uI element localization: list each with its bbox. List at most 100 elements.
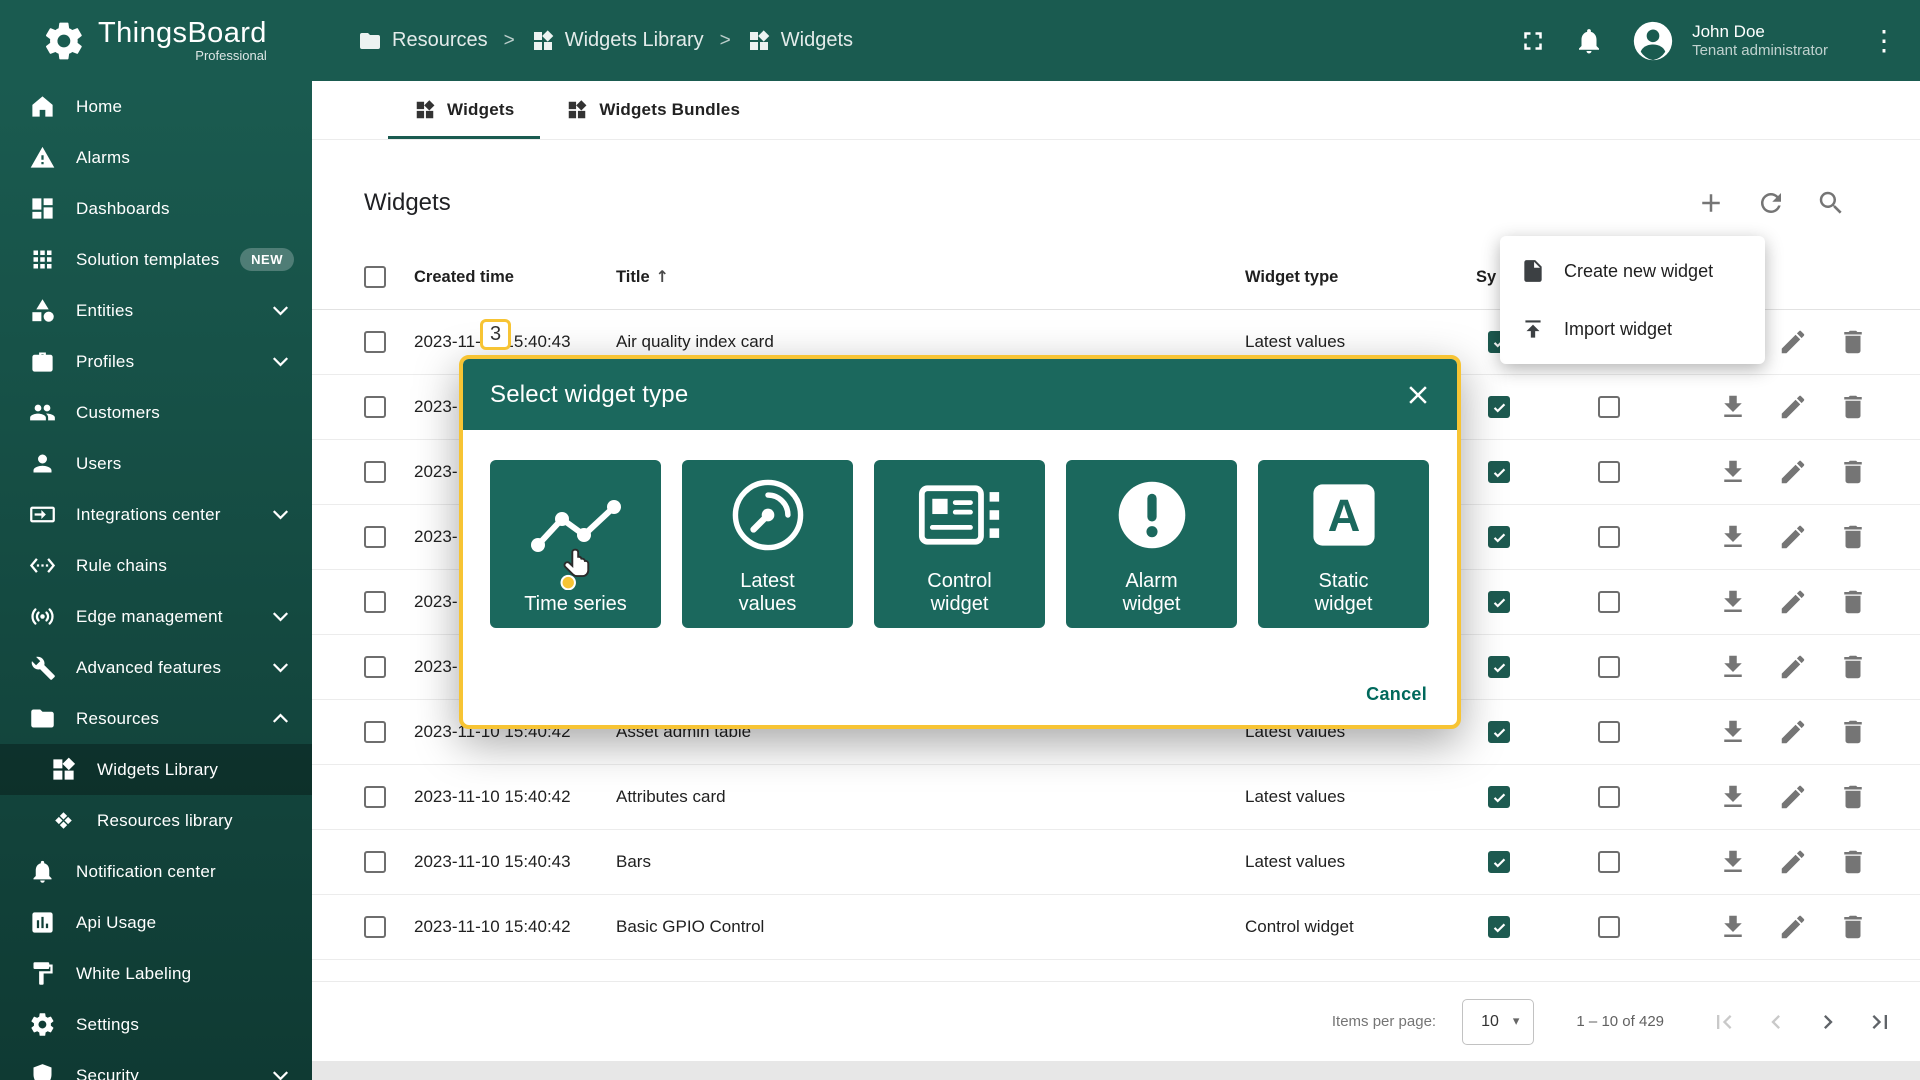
column-header-title[interactable]: Title↑ bbox=[616, 267, 1245, 287]
sidebar-item-resources-library[interactable]: Resources library bbox=[0, 795, 312, 846]
row-checkbox[interactable] bbox=[364, 721, 386, 743]
download-icon[interactable] bbox=[1718, 652, 1748, 682]
row-checkbox[interactable] bbox=[364, 591, 386, 613]
breadcrumb-resources[interactable]: Resources bbox=[358, 29, 488, 53]
edit-icon[interactable] bbox=[1778, 522, 1808, 552]
table-row[interactable]: 2023-11-10 15:40:43 Bars Latest values bbox=[312, 830, 1920, 895]
edit-icon[interactable] bbox=[1778, 652, 1808, 682]
close-icon[interactable] bbox=[1403, 380, 1433, 410]
system-checkbox[interactable] bbox=[1488, 721, 1510, 743]
edit-icon[interactable] bbox=[1778, 912, 1808, 942]
sidebar-item-rule-chains[interactable]: Rule chains bbox=[0, 540, 312, 591]
notifications-bell-icon[interactable] bbox=[1574, 26, 1604, 56]
column-header-created-time[interactable]: Created time bbox=[414, 268, 616, 287]
system-checkbox[interactable] bbox=[1488, 591, 1510, 613]
sidebar-item-widgets-library[interactable]: Widgets Library bbox=[0, 744, 312, 795]
sidebar-item-solution-templates[interactable]: Solution templates NEW bbox=[0, 234, 312, 285]
edit-icon[interactable] bbox=[1778, 392, 1808, 422]
sidebar-item-users[interactable]: Users bbox=[0, 438, 312, 489]
sidebar-item-security[interactable]: Security bbox=[0, 1050, 312, 1080]
delete-icon[interactable] bbox=[1838, 457, 1868, 487]
last-page-button[interactable] bbox=[1866, 1008, 1894, 1036]
sidebar-item-edge-management[interactable]: Edge management bbox=[0, 591, 312, 642]
row-secondary-checkbox[interactable] bbox=[1598, 461, 1620, 483]
select-all-checkbox[interactable] bbox=[364, 266, 386, 288]
row-checkbox[interactable] bbox=[364, 851, 386, 873]
row-checkbox[interactable] bbox=[364, 526, 386, 548]
download-icon[interactable] bbox=[1718, 782, 1748, 812]
delete-icon[interactable] bbox=[1838, 327, 1868, 357]
breadcrumb-widgets[interactable]: Widgets bbox=[747, 29, 853, 53]
avatar[interactable] bbox=[1630, 18, 1676, 64]
download-icon[interactable] bbox=[1718, 392, 1748, 422]
row-secondary-checkbox[interactable] bbox=[1598, 526, 1620, 548]
tab-widgets[interactable]: Widgets bbox=[388, 81, 540, 139]
column-header-widget-type[interactable]: Widget type bbox=[1245, 268, 1460, 287]
edit-icon[interactable] bbox=[1778, 782, 1808, 812]
kebab-menu-icon[interactable]: ⋮ bbox=[1870, 24, 1898, 57]
delete-icon[interactable] bbox=[1838, 782, 1868, 812]
sidebar-item-white-labeling[interactable]: White Labeling bbox=[0, 948, 312, 999]
download-icon[interactable] bbox=[1718, 457, 1748, 487]
edit-icon[interactable] bbox=[1778, 847, 1808, 877]
cancel-button[interactable]: Cancel bbox=[1366, 684, 1427, 705]
edit-icon[interactable] bbox=[1778, 327, 1808, 357]
table-row[interactable]: 2023-11-10 15:40:42 Attributes card Late… bbox=[312, 765, 1920, 830]
edit-icon[interactable] bbox=[1778, 457, 1808, 487]
download-icon[interactable] bbox=[1718, 847, 1748, 877]
thingsboard-logo[interactable]: ThingsBoard Professional bbox=[0, 18, 312, 63]
system-checkbox[interactable] bbox=[1488, 461, 1510, 483]
system-checkbox[interactable] bbox=[1488, 851, 1510, 873]
system-checkbox[interactable] bbox=[1488, 396, 1510, 418]
sidebar-item-profiles[interactable]: Profiles bbox=[0, 336, 312, 387]
table-row[interactable]: 2023-11-10 15:40:42 Basic GPIO Control C… bbox=[312, 895, 1920, 960]
tile-latest-values[interactable]: Latest values bbox=[682, 460, 853, 628]
next-page-button[interactable] bbox=[1814, 1008, 1842, 1036]
sidebar-item-resources[interactable]: Resources bbox=[0, 693, 312, 744]
delete-icon[interactable] bbox=[1838, 652, 1868, 682]
sidebar-item-api-usage[interactable]: Api Usage bbox=[0, 897, 312, 948]
sidebar-item-dashboards[interactable]: Dashboards bbox=[0, 183, 312, 234]
tile-static-widget[interactable]: A Static widget bbox=[1258, 460, 1429, 628]
delete-icon[interactable] bbox=[1838, 847, 1868, 877]
sidebar-item-customers[interactable]: Customers bbox=[0, 387, 312, 438]
add-widget-button[interactable] bbox=[1696, 188, 1726, 218]
system-checkbox[interactable] bbox=[1488, 526, 1510, 548]
delete-icon[interactable] bbox=[1838, 717, 1868, 747]
download-icon[interactable] bbox=[1718, 717, 1748, 747]
tile-alarm-widget[interactable]: Alarm widget bbox=[1066, 460, 1237, 628]
delete-icon[interactable] bbox=[1838, 912, 1868, 942]
row-checkbox[interactable] bbox=[364, 461, 386, 483]
tile-control-widget[interactable]: Control widget bbox=[874, 460, 1045, 628]
sidebar-item-advanced-features[interactable]: Advanced features bbox=[0, 642, 312, 693]
search-button[interactable] bbox=[1816, 188, 1846, 218]
row-checkbox[interactable] bbox=[364, 331, 386, 353]
sidebar-item-alarms[interactable]: Alarms bbox=[0, 132, 312, 183]
row-secondary-checkbox[interactable] bbox=[1598, 851, 1620, 873]
row-secondary-checkbox[interactable] bbox=[1598, 591, 1620, 613]
menu-item-create-new-widget[interactable]: Create new widget bbox=[1500, 242, 1765, 300]
row-checkbox[interactable] bbox=[364, 396, 386, 418]
menu-item-import-widget[interactable]: Import widget bbox=[1500, 300, 1765, 358]
row-secondary-checkbox[interactable] bbox=[1598, 656, 1620, 678]
refresh-button[interactable] bbox=[1756, 188, 1786, 218]
row-checkbox[interactable] bbox=[364, 916, 386, 938]
download-icon[interactable] bbox=[1718, 522, 1748, 552]
download-icon[interactable] bbox=[1718, 587, 1748, 617]
sidebar-item-entities[interactable]: Entities bbox=[0, 285, 312, 336]
row-secondary-checkbox[interactable] bbox=[1598, 916, 1620, 938]
sidebar-item-notification-center[interactable]: Notification center bbox=[0, 846, 312, 897]
items-per-page-select[interactable]: 10 ▾ bbox=[1462, 999, 1534, 1045]
download-icon[interactable] bbox=[1718, 912, 1748, 942]
delete-icon[interactable] bbox=[1838, 587, 1868, 617]
fullscreen-icon[interactable] bbox=[1518, 26, 1548, 56]
tab-widgets-bundles[interactable]: Widgets Bundles bbox=[540, 81, 766, 139]
previous-page-button[interactable] bbox=[1762, 1008, 1790, 1036]
system-checkbox[interactable] bbox=[1488, 786, 1510, 808]
row-secondary-checkbox[interactable] bbox=[1598, 721, 1620, 743]
edit-icon[interactable] bbox=[1778, 587, 1808, 617]
delete-icon[interactable] bbox=[1838, 392, 1868, 422]
edit-icon[interactable] bbox=[1778, 717, 1808, 747]
sidebar-item-integrations-center[interactable]: Integrations center bbox=[0, 489, 312, 540]
system-checkbox[interactable] bbox=[1488, 656, 1510, 678]
